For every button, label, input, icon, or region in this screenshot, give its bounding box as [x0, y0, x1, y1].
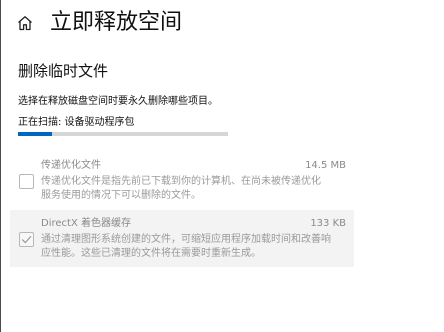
- item-size: 14.5 MB: [305, 160, 346, 171]
- item-name: 传递优化文件: [41, 160, 101, 171]
- item-description-line: 应性能。这些已清理的文件将在需要时重新生成。: [41, 247, 261, 259]
- page-header: 立即释放空间: [0, 0, 444, 46]
- item-description-line: 服务使用的情况下可以删除的文件。: [41, 189, 201, 201]
- item-description: 通过清理图形系统创建的文件，可缩短应用程序加载时间和改善响 应性能。这些已清理的…: [41, 233, 351, 260]
- instruction-text: 选择在释放磁盘空间时要永久删除哪些项目。: [18, 96, 218, 107]
- scan-status-text: 正在扫描: 设备驱动程序包: [18, 117, 135, 128]
- item-size: 133 KB: [310, 218, 346, 229]
- item-description: 传递优化文件是指先前已下载到你的计算机、在尚未被传递优化 服务使用的情况下可以删…: [41, 175, 351, 202]
- home-icon[interactable]: [16, 14, 34, 32]
- list-item-directx-shader-cache[interactable]: DirectX 着色器缓存 133 KB 通过清理图形系统创建的文件，可缩短应用…: [10, 210, 354, 267]
- item-description-line: 传递优化文件是指先前已下载到你的计算机、在尚未被传递优化: [41, 176, 321, 187]
- page-title: 立即释放空间: [50, 10, 183, 35]
- item-name: DirectX 着色器缓存: [41, 218, 131, 229]
- window-left-border: [0, 0, 1, 332]
- list-item-delivery-optimization[interactable]: 传递优化文件 14.5 MB 传递优化文件是指先前已下载到你的计算机、在尚未被传…: [10, 152, 354, 208]
- checkmark-icon: [21, 236, 32, 244]
- scan-progress-fill: [18, 132, 52, 136]
- item-description-line: 通过清理图形系统创建的文件，可缩短应用程序加载时间和改善响: [41, 234, 331, 245]
- checkbox-directx-shader-cache[interactable]: [19, 232, 34, 247]
- checkbox-delivery-optimization[interactable]: [19, 174, 34, 189]
- section-title: 删除临时文件: [18, 62, 109, 80]
- scan-progress-bar: [18, 132, 228, 136]
